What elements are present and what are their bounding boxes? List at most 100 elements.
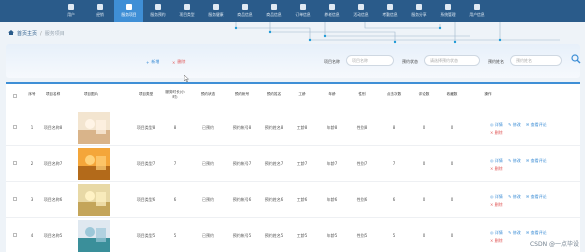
th-comments: 评论数: [418, 92, 430, 96]
nav-item[interactable]: 考勤信息: [375, 0, 404, 22]
row-comments: 0: [422, 233, 426, 238]
nav-item-icon: [96, 4, 103, 10]
status-select[interactable]: 请选择预约状态: [424, 55, 480, 66]
nav-item[interactable]: 经销: [85, 0, 114, 22]
row-age: 年龄7: [326, 161, 338, 166]
detail-button[interactable]: ◎ 详情: [490, 194, 503, 200]
row-actions: ◎ 详情 ✎ 修改 ✉ 查看评论 × 删除: [490, 158, 551, 172]
row-status: 已预约: [202, 125, 214, 130]
row-checkbox[interactable]: [13, 197, 17, 201]
close-icon: ×: [490, 130, 494, 135]
row-favorites: 0: [450, 197, 454, 202]
status-search-label: 预约状态: [402, 59, 418, 64]
breadcrumb-home[interactable]: 首页主页: [17, 30, 37, 37]
th-staff: 预约姓名: [266, 92, 282, 96]
row-hours: 8: [173, 125, 177, 130]
row-staff: 预约姓名8: [264, 125, 284, 130]
view-comments-button[interactable]: ✉ 查看评论: [526, 158, 547, 164]
row-checkbox[interactable]: [13, 161, 17, 165]
delete-row-button[interactable]: × 删除: [490, 202, 547, 208]
row-index: 3: [30, 197, 34, 202]
nav-item-icon: [415, 4, 422, 10]
edit-button[interactable]: ✎ 修改: [508, 158, 521, 164]
nav-item-label: 商品信息: [236, 12, 253, 17]
project-image[interactable]: [78, 184, 110, 216]
edit-button[interactable]: ✎ 修改: [508, 194, 521, 200]
delete-button[interactable]: × 删除: [172, 59, 185, 65]
select-all-checkbox[interactable]: [13, 94, 17, 98]
row-staff: 预约姓名7: [264, 161, 284, 166]
delete-row-button[interactable]: × 删除: [490, 130, 547, 136]
view-comments-button[interactable]: ✉ 查看评论: [526, 230, 547, 236]
nav-item[interactable]: 用户信息: [462, 0, 491, 22]
nav-item[interactable]: 活动信息: [346, 0, 375, 22]
nav-item[interactable]: 养老信息: [317, 0, 346, 22]
nav-item[interactable]: 项目类型: [172, 0, 201, 22]
row-gender: 性别8: [356, 125, 368, 130]
nav-item-icon: [357, 4, 364, 10]
name-search-input[interactable]: 项目名称: [346, 55, 394, 66]
view-comments-label: 查看评论: [530, 230, 547, 235]
delete-row-button[interactable]: × 删除: [490, 166, 547, 172]
row-clicks: 7: [392, 161, 396, 166]
nav-item[interactable]: 商品信息: [230, 0, 259, 22]
edit-label: 修改: [512, 194, 521, 199]
detail-label: 详情: [494, 194, 503, 199]
watermark: CSDN @一点毕设: [529, 241, 579, 248]
view-comments-button[interactable]: ✉ 查看评论: [526, 194, 547, 200]
nav-item-label: 服务项目: [120, 12, 137, 17]
delete-row-label: 删除: [494, 202, 503, 207]
nav-item-label: 考勤信息: [381, 12, 398, 17]
project-image[interactable]: [78, 112, 110, 144]
row-name: 项目名称6: [43, 197, 63, 202]
nav-item-label: 系统管理: [439, 12, 456, 17]
nav-item-label: 活动信息: [352, 12, 369, 17]
row-seniority: 工龄5: [296, 233, 308, 238]
eye-icon: ◎: [490, 194, 494, 199]
edit-icon: ✎: [508, 158, 512, 163]
row-index: 4: [30, 233, 34, 238]
detail-button[interactable]: ◎ 详情: [490, 122, 503, 128]
row-checkbox[interactable]: [13, 233, 17, 237]
nav-item[interactable]: 服务健康: [201, 0, 230, 22]
add-button[interactable]: + 新增: [146, 59, 159, 65]
comment-icon: ✉: [525, 122, 530, 127]
detail-button[interactable]: ◎ 详情: [490, 158, 503, 164]
row-comments: 0: [422, 197, 426, 202]
row-hours: 6: [173, 197, 177, 202]
nav-item-label: 商品信息: [265, 12, 282, 17]
search-panel: + 新增 × 删除 项目名称 项目名称 预约状态 请选择预约状态 预约姓名 预约…: [6, 44, 581, 78]
search-icon[interactable]: [571, 54, 581, 64]
project-image[interactable]: [78, 148, 110, 180]
view-comments-button[interactable]: ✉ 查看评论: [526, 122, 547, 128]
detail-button[interactable]: ◎ 详情: [490, 230, 503, 236]
edit-button[interactable]: ✎ 修改: [508, 122, 521, 128]
nav-item[interactable]: 订单信息: [288, 0, 317, 22]
edit-button[interactable]: ✎ 修改: [508, 230, 521, 236]
nav-item[interactable]: 商品信息: [259, 0, 288, 22]
row-actions: ◎ 详情 ✎ 修改 ✉ 查看评论 × 删除: [490, 194, 551, 208]
nav-item-label: 订单信息: [294, 12, 311, 17]
project-image[interactable]: [78, 220, 110, 252]
plus-icon: +: [146, 59, 150, 65]
nav-item[interactable]: 服务预约: [143, 0, 172, 22]
close-icon: ×: [172, 59, 176, 65]
close-icon: ×: [490, 166, 494, 171]
row-checkbox[interactable]: [13, 125, 17, 129]
nav-item-icon: [386, 4, 393, 10]
row-name: 项目名称7: [43, 161, 63, 166]
eye-icon: ◎: [490, 230, 494, 235]
home-icon[interactable]: [8, 30, 14, 37]
comment-icon: ✉: [525, 158, 530, 163]
row-staff: 预约姓名6: [264, 197, 284, 202]
staff-search-input[interactable]: 预约姓名: [510, 55, 562, 66]
row-favorites: 0: [450, 233, 454, 238]
nav-item[interactable]: 服务分享: [404, 0, 433, 22]
nav-item[interactable]: 服务项目: [114, 0, 143, 22]
nav-item[interactable]: 系统管理: [433, 0, 462, 22]
table-row: 4 项目名称5 项目类型5 5 已预约 预约帐号5 预约姓名5 工龄5 年龄5 …: [6, 218, 580, 252]
nav-item[interactable]: 用户: [56, 0, 85, 22]
th-account: 预约帐号: [234, 92, 250, 96]
row-type: 项目类型8: [136, 125, 156, 130]
row-gender: 性别7: [356, 161, 368, 166]
